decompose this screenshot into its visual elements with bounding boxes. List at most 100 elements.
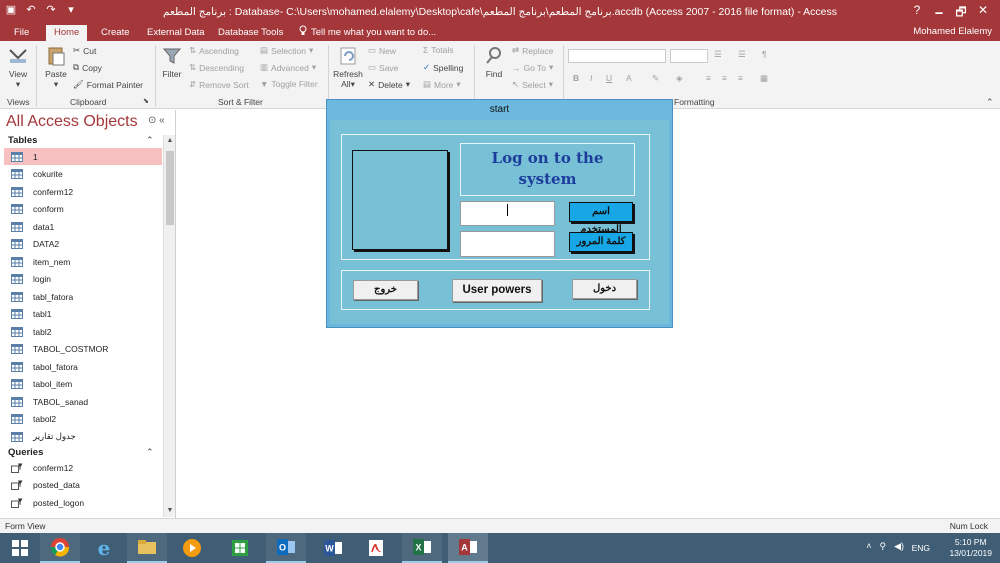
tab-database-tools[interactable]: Database Tools	[218, 25, 283, 41]
nav-table-item[interactable]: جدول تقارير	[4, 428, 162, 445]
selection-button[interactable]: ▤ Selection ▾	[260, 45, 313, 56]
volume-icon[interactable]: ◀)	[894, 541, 904, 552]
taskbar-word[interactable]: W	[313, 533, 353, 563]
start-button[interactable]	[0, 533, 40, 563]
scroll-thumb[interactable]	[166, 151, 174, 225]
fill-color-button[interactable]: ◈	[676, 73, 683, 84]
taskbar-acrobat[interactable]	[356, 533, 396, 563]
nav-table-item[interactable]: login	[4, 271, 162, 288]
language-indicator[interactable]: ENG	[912, 543, 930, 553]
nav-table-item[interactable]: tabol2	[4, 411, 162, 428]
taskbar-access[interactable]: A	[448, 533, 488, 563]
font-size-dropdown[interactable]	[670, 49, 708, 63]
replace-button[interactable]: ⇄ Replace	[512, 45, 553, 56]
tab-create[interactable]: Create	[101, 25, 130, 41]
goto-button[interactable]: → Go To ▾	[512, 62, 553, 73]
scroll-up-icon[interactable]: ▲	[164, 135, 176, 147]
nav-table-item[interactable]: tabl1	[4, 306, 162, 323]
exit-button[interactable]: خروج	[353, 280, 418, 300]
nav-table-item[interactable]: conferm12	[4, 183, 162, 200]
descending-button[interactable]: ⇅ Descending	[189, 62, 244, 73]
nav-query-item[interactable]: posted_logon	[4, 494, 162, 511]
gridlines-button[interactable]: ▦	[760, 73, 768, 84]
font-color-button[interactable]: A	[626, 73, 632, 83]
nav-table-item[interactable]: data1	[4, 218, 162, 235]
nav-menu-icon[interactable]: ⊙	[148, 115, 156, 126]
view-button[interactable]: View ▾	[6, 45, 30, 90]
password-input[interactable]	[460, 231, 555, 257]
nav-table-item[interactable]: tabol_fatora	[4, 358, 162, 375]
toggle-filter-button[interactable]: ▼ Toggle Filter	[260, 79, 318, 89]
collapse-nav-icon[interactable]: «	[159, 115, 165, 126]
nav-table-item[interactable]: tabol_item	[4, 376, 162, 393]
align-left-button[interactable]: ≡	[706, 73, 711, 83]
remove-sort-button[interactable]: ⇵ Remove Sort	[189, 79, 249, 90]
user-powers-button[interactable]: User powers	[452, 279, 542, 302]
nav-table-item[interactable]: tabl_fatora	[4, 288, 162, 305]
scroll-down-icon[interactable]: ▼	[164, 505, 176, 517]
save-record-button[interactable]: ▭ Save	[368, 62, 398, 73]
taskbar-outlook[interactable]: O	[266, 533, 306, 563]
italic-button[interactable]: I	[590, 73, 592, 83]
nav-section-queries[interactable]: Queries	[8, 447, 43, 458]
close-button[interactable]: ✕	[972, 3, 994, 24]
align-right-button[interactable]: ≡	[738, 73, 743, 83]
taskbar-file-explorer[interactable]	[127, 533, 167, 563]
taskbar-ie[interactable]: e	[84, 533, 124, 563]
underline-button[interactable]: U	[606, 73, 612, 83]
nav-query-item[interactable]: conferm12	[4, 459, 162, 476]
restore-button[interactable]: 🗗	[950, 3, 972, 24]
collapse-ribbon-icon[interactable]: ⌃	[986, 97, 994, 108]
taskbar-media[interactable]	[172, 533, 212, 563]
user-name[interactable]: Mohamed Elalemy	[913, 26, 992, 37]
network-icon[interactable]: ⚲	[879, 541, 886, 552]
delete-record-button[interactable]: ✕ Delete ▾	[368, 79, 410, 90]
tab-file[interactable]: File	[14, 25, 29, 41]
taskbar-excel[interactable]: X	[402, 533, 442, 563]
minimize-button[interactable]: 🗕	[928, 3, 950, 24]
chevron-up-icon[interactable]: ⌃	[146, 447, 154, 458]
nav-table-item[interactable]: 1	[4, 148, 162, 165]
text-direction-button[interactable]: ¶	[762, 49, 767, 59]
tab-external-data[interactable]: External Data	[147, 25, 205, 41]
taskbar-chrome[interactable]	[40, 533, 80, 563]
totals-button[interactable]: Σ Totals	[423, 45, 453, 55]
nav-table-item[interactable]: tabl2	[4, 323, 162, 340]
cut-button[interactable]: ✂ Cut	[73, 45, 96, 56]
enter-button[interactable]: دخول	[572, 279, 637, 299]
format-painter-button[interactable]: 🖌 Format Painter	[73, 79, 143, 90]
new-record-button[interactable]: ▭ New	[368, 45, 396, 56]
nav-table-item[interactable]: TABOL_COSTMOR	[4, 341, 162, 358]
nav-table-item[interactable]: conform	[4, 201, 162, 218]
highlight-button[interactable]: ✎	[652, 73, 659, 84]
spelling-button[interactable]: ✓ Spelling	[423, 62, 463, 73]
filter-button[interactable]: Filter	[160, 45, 184, 79]
clock[interactable]: 5:10 PM 13/01/2019	[949, 537, 992, 559]
taskbar-calculator[interactable]	[220, 533, 260, 563]
advanced-button[interactable]: ▥ Advanced ▾	[260, 62, 316, 73]
form-title[interactable]: start	[327, 100, 672, 120]
tab-home[interactable]: Home	[46, 25, 88, 41]
refresh-all-button[interactable]: Refresh All▾	[333, 45, 363, 90]
help-button[interactable]: ?	[906, 3, 928, 24]
more-button[interactable]: ▤ More ▾	[423, 79, 461, 90]
nav-query-item[interactable]: posted_data	[4, 477, 162, 494]
numbering-button[interactable]: ☰	[738, 49, 746, 60]
nav-table-item[interactable]: cokurite	[4, 166, 162, 183]
tell-me-box[interactable]: Tell me what you want to do...	[299, 25, 436, 41]
find-button[interactable]: Find	[480, 45, 508, 79]
dialog-launcher-icon[interactable]: ⬊	[143, 97, 149, 105]
paste-button[interactable]: Paste ▾	[42, 45, 70, 90]
nav-title[interactable]: All Access Objects	[6, 113, 138, 131]
ascending-button[interactable]: ⇅ Ascending	[189, 45, 239, 56]
align-center-button[interactable]: ≡	[722, 73, 727, 83]
nav-table-item[interactable]: DATA2	[4, 236, 162, 253]
copy-button[interactable]: ⧉ Copy	[73, 62, 102, 73]
nav-table-item[interactable]: item_nem	[4, 253, 162, 270]
nav-table-item[interactable]: TABOL_sanad	[4, 393, 162, 410]
font-name-dropdown[interactable]	[568, 49, 666, 63]
chevron-up-icon[interactable]: ˄	[866, 541, 871, 552]
select-button[interactable]: ↖ Select ▾	[512, 79, 553, 90]
chevron-up-icon[interactable]: ⌃	[146, 135, 154, 146]
bold-button[interactable]: B	[573, 73, 579, 83]
